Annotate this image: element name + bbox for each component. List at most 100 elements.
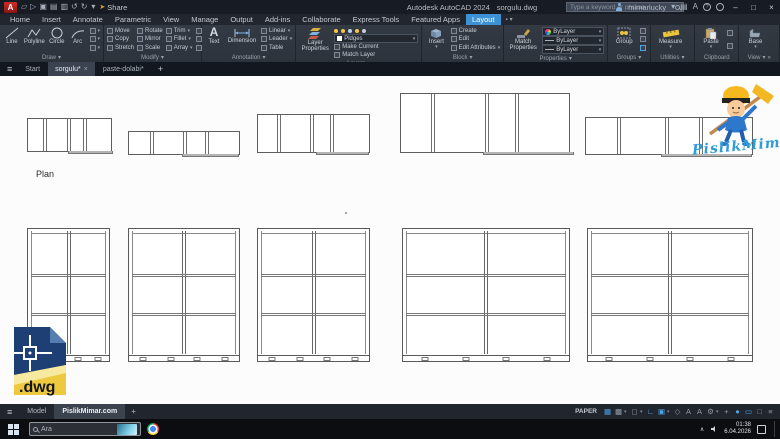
layer-plot-icon[interactable]	[355, 29, 359, 33]
group-tool[interactable]: Group	[611, 26, 637, 53]
ribbon-tab-insert[interactable]: Insert	[36, 14, 67, 25]
copy-clip-tool[interactable]	[727, 29, 733, 37]
share-button[interactable]: ➤ Share	[99, 3, 127, 12]
edit-attributes-tool[interactable]: Edit Attributes▾	[451, 44, 501, 52]
ribbon-tab-collaborate[interactable]: Collaborate	[296, 14, 346, 25]
redo-icon[interactable]: ↻	[81, 3, 88, 11]
stretch-tool[interactable]: Stretch	[107, 44, 134, 52]
explode-tool[interactable]	[196, 35, 202, 43]
annotation-scale-icon[interactable]: A	[694, 404, 705, 419]
open-folder-icon[interactable]: ▷	[30, 3, 36, 11]
snap-tracking-icon[interactable]: ◇	[672, 404, 683, 419]
plan-drawing[interactable]	[128, 131, 240, 155]
search-highlight-image[interactable]	[117, 424, 137, 435]
block-panel-label[interactable]: Block▾	[425, 53, 500, 62]
app-menu-button[interactable]: A	[4, 2, 17, 13]
user-caret-icon[interactable]: ▾	[671, 3, 675, 11]
workspace-icon[interactable]: ⚙	[705, 404, 716, 419]
help-icon[interactable]: ?	[703, 3, 711, 11]
array-tool[interactable]: Array▾	[166, 44, 193, 52]
insert-tool[interactable]: Insert ▾	[425, 26, 447, 53]
scale-tool[interactable]: Scale	[137, 44, 163, 52]
speaker-icon[interactable]	[710, 425, 718, 433]
plan-drawing[interactable]	[400, 93, 570, 153]
paste-tool[interactable]: Paste ▾	[698, 26, 724, 53]
plot-icon[interactable]: ▥	[60, 3, 68, 11]
ribbon-tab-annotate[interactable]: Annotate	[67, 14, 109, 25]
leader-tool[interactable]: Leader▾	[261, 35, 292, 43]
base-tool[interactable]: Base ▾	[742, 26, 768, 53]
hatch-tool[interactable]: ▾	[90, 44, 101, 52]
elevation-drawing[interactable]	[257, 228, 370, 362]
annotation-visibility-icon[interactable]: A	[683, 404, 694, 419]
polyline-tool[interactable]: Polyline	[24, 26, 45, 53]
measure-tool[interactable]: Measure ▾	[654, 26, 688, 53]
elevation-drawing[interactable]	[128, 228, 240, 362]
isolate-objects-icon[interactable]: ●	[732, 404, 743, 419]
groups-panel-label[interactable]: Groups▾	[611, 53, 646, 62]
ribbon-tab-add-ins[interactable]: Add-ins	[259, 14, 296, 25]
file-tab-paste-dolabi[interactable]: paste-dolabi*	[96, 62, 151, 76]
layer-lock-icon[interactable]	[348, 29, 352, 33]
create-block-tool[interactable]: Create	[451, 27, 501, 35]
rotate-tool[interactable]: Rotate	[137, 27, 163, 35]
minimize-button[interactable]: –	[729, 3, 742, 12]
file-tab-start[interactable]: Start	[18, 62, 47, 76]
object-snap-icon[interactable]: ▣	[656, 404, 667, 419]
snap-mode-icon[interactable]: ▩	[613, 404, 624, 419]
notification-center-icon[interactable]	[757, 425, 766, 434]
elevation-drawing[interactable]	[402, 228, 570, 362]
ribbon-tab-featured-apps[interactable]: Featured Apps	[405, 14, 466, 25]
start-button[interactable]	[8, 424, 19, 435]
rectangle-tool[interactable]: ▾	[90, 27, 101, 35]
edit-block-tool[interactable]: Edit	[451, 35, 501, 43]
ribbon-display-toggle[interactable]: ▪ ▾	[501, 14, 518, 25]
elevation-drawing[interactable]	[587, 228, 753, 362]
draw-panel-label[interactable]: Draw▾	[3, 53, 100, 62]
tray-clock[interactable]: 01:38 6.04.2026	[724, 422, 751, 436]
layout-tab-pislikmimar[interactable]: PislikMimar.com	[54, 404, 125, 419]
layer-dropdown[interactable]: Pldges ▾	[334, 34, 418, 43]
ribbon-tab-parametric[interactable]: Parametric	[109, 14, 157, 25]
circle-tool[interactable]: Circle	[48, 26, 66, 53]
copy-tool[interactable]: Copy	[107, 35, 134, 43]
layer-properties-tool[interactable]: Layer Properties	[299, 26, 331, 60]
linear-tool[interactable]: Linear▾	[261, 27, 292, 35]
ellipse-tool[interactable]: ▾	[90, 35, 101, 43]
save-icon[interactable]: ▣	[39, 3, 47, 11]
new-file-icon[interactable]: ▱	[21, 3, 27, 11]
plan-text-annotation[interactable]: Plan	[36, 169, 54, 179]
tray-chevron-icon[interactable]: ∧	[700, 426, 704, 433]
ortho-mode-icon[interactable]: ∟	[645, 404, 656, 419]
erase-tool[interactable]	[196, 27, 202, 35]
offset-tool[interactable]	[196, 44, 202, 52]
move-tool[interactable]: Move	[107, 27, 134, 35]
show-desktop-button[interactable]	[774, 421, 776, 437]
user-avatar[interactable]	[615, 3, 623, 11]
undo-icon[interactable]: ↺	[71, 3, 78, 11]
mirror-tool[interactable]: Mirror	[137, 35, 163, 43]
ribbon-tab-manage[interactable]: Manage	[185, 14, 224, 25]
annotation-panel-label[interactable]: Annotation▾	[205, 53, 292, 62]
user-name[interactable]: mimarlucky	[628, 3, 666, 12]
fillet-tool[interactable]: Fillet▾	[166, 35, 193, 43]
ribbon-tab-view[interactable]: View	[157, 14, 185, 25]
new-drawing-tab-button[interactable]: +	[152, 62, 169, 76]
qat-caret-icon[interactable]: ▾	[91, 3, 95, 11]
ribbon-tab-output[interactable]: Output	[224, 14, 259, 25]
trim-tool[interactable]: Trim▾	[166, 27, 193, 35]
ribbon-tab-express-tools[interactable]: Express Tools	[347, 14, 406, 25]
ungroup-tool[interactable]	[640, 27, 646, 35]
file-tabs-menu-icon[interactable]: ≡	[2, 62, 17, 76]
customization-icon[interactable]: ≡	[765, 404, 776, 419]
save-as-icon[interactable]: ▤	[50, 3, 58, 11]
file-tab-sorgulu[interactable]: sorgulu*×	[48, 62, 95, 76]
drawing-layer[interactable]	[0, 76, 780, 404]
chrome-icon[interactable]	[147, 423, 159, 435]
group-select-tool[interactable]	[640, 44, 646, 52]
object-color-dropdown[interactable]: ByLayer▾	[542, 27, 604, 36]
maximize-button[interactable]: □	[747, 3, 760, 12]
properties-panel-label[interactable]: Properties▾	[507, 55, 604, 62]
close-button[interactable]: ×	[765, 3, 778, 12]
modify-panel-label[interactable]: Modify▾	[107, 53, 198, 62]
